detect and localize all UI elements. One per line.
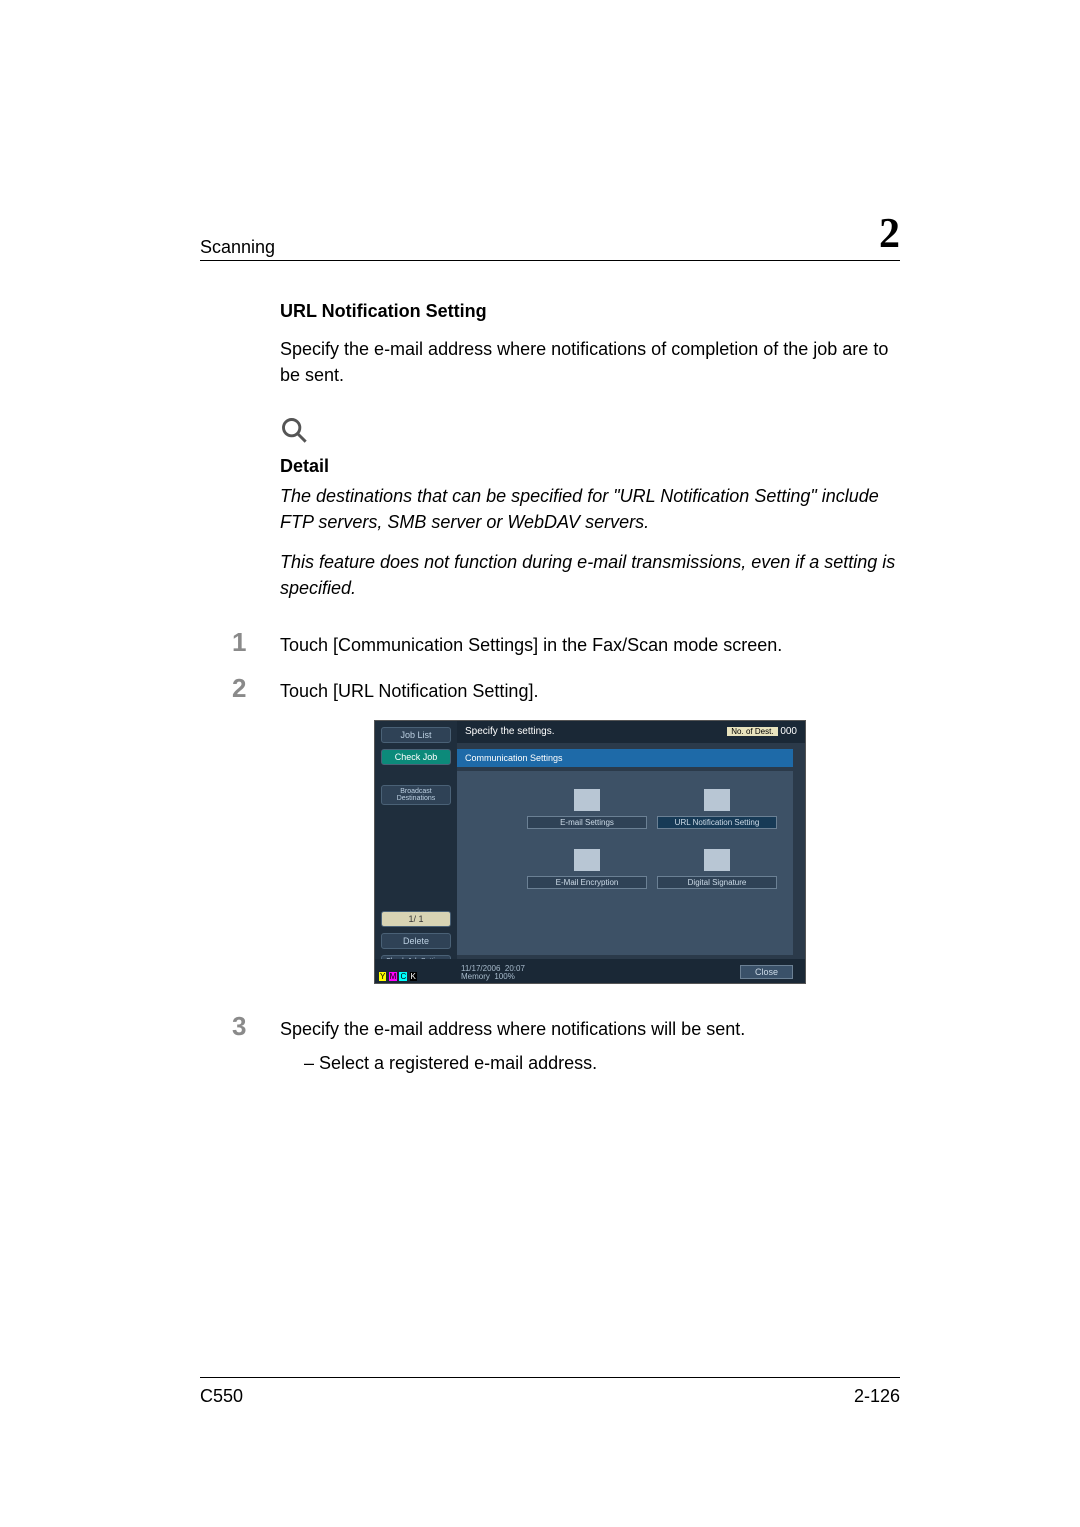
intro-paragraph: Specify the e-mail address where notific… xyxy=(280,336,900,388)
document-page: Scanning 2 URL Notification Setting Spec… xyxy=(0,0,1080,1527)
device-screenshot: Specify the settings. No. of Dest. 000 J… xyxy=(374,720,806,984)
content-area: URL Notification Setting Specify the e-m… xyxy=(200,301,900,1076)
tile-label: URL Notification Setting xyxy=(657,816,777,829)
step-3-main: Specify the e-mail address where notific… xyxy=(280,1019,745,1039)
step-2: 2 Touch [URL Notification Setting]. xyxy=(232,674,900,704)
chapter-number: 2 xyxy=(879,210,900,258)
tile-label: E-mail Settings xyxy=(527,816,647,829)
section-name: Scanning xyxy=(200,237,275,258)
page-number: 2-126 xyxy=(854,1386,900,1407)
detail-block: Detail The destinations that can be spec… xyxy=(280,416,900,601)
step-number: 3 xyxy=(232,1012,280,1041)
tile-label: E-Mail Encryption xyxy=(527,876,647,889)
encryption-icon xyxy=(574,849,600,871)
num-dest-label: No. of Dest. xyxy=(727,727,777,736)
tile-digital-signature[interactable]: Digital Signature xyxy=(657,849,777,889)
magnifier-icon xyxy=(280,416,900,450)
signature-icon xyxy=(704,849,730,871)
delete-button[interactable]: Delete xyxy=(381,933,451,949)
heading-url-notification: URL Notification Setting xyxy=(280,301,900,322)
detail-title: Detail xyxy=(280,456,900,477)
email-settings-icon xyxy=(574,789,600,811)
step-text: Touch [Communication Settings] in the Fa… xyxy=(280,628,900,658)
model-number: C550 xyxy=(200,1386,243,1407)
panel-title: Communication Settings xyxy=(457,749,793,767)
datetime-memory: 11/17/2006 20:07 Memory 100% xyxy=(461,965,525,981)
step-number: 1 xyxy=(232,628,280,657)
job-list-button[interactable]: Job List xyxy=(381,727,451,743)
step-text: Touch [URL Notification Setting]. xyxy=(280,674,900,704)
tile-email-settings[interactable]: E-mail Settings xyxy=(527,789,647,829)
detail-paragraph-1: The destinations that can be specified f… xyxy=(280,483,900,535)
toner-indicator: Y M C K xyxy=(379,972,417,981)
step-number: 2 xyxy=(232,674,280,703)
steps-list-continued: 3 Specify the e-mail address where notif… xyxy=(232,1012,900,1076)
page-footer: C550 2-126 xyxy=(200,1377,900,1407)
broadcast-button[interactable]: Broadcast Destinations xyxy=(381,785,451,805)
num-dest-value: 000 xyxy=(780,726,797,737)
step-1: 1 Touch [Communication Settings] in the … xyxy=(232,628,900,658)
url-notification-icon xyxy=(704,789,730,811)
screenshot-sidebar: Job List Check Job Broadcast Destination… xyxy=(375,721,457,983)
detail-paragraph-2: This feature does not function during e-… xyxy=(280,549,900,601)
tile-email-encryption[interactable]: E-Mail Encryption xyxy=(527,849,647,889)
screenshot-body: E-mail Settings URL Notification Setting… xyxy=(457,771,793,955)
prompt-text: Specify the settings. xyxy=(465,726,555,737)
step-text: Specify the e-mail address where notific… xyxy=(280,1012,900,1076)
close-button[interactable]: Close xyxy=(740,965,793,979)
running-head: Scanning 2 xyxy=(200,210,900,261)
screenshot-bottombar: Y M C K 11/17/2006 20:07 Memory 100% Clo… xyxy=(375,959,805,983)
step-3-sub: – Select a registered e-mail address. xyxy=(304,1050,900,1076)
step-3: 3 Specify the e-mail address where notif… xyxy=(232,1012,900,1076)
page-indicator: 1/ 1 xyxy=(381,911,451,927)
screenshot-topbar: Specify the settings. No. of Dest. 000 xyxy=(457,721,805,743)
steps-list: 1 Touch [Communication Settings] in the … xyxy=(232,628,900,704)
tile-url-notification[interactable]: URL Notification Setting xyxy=(657,789,777,829)
check-job-button[interactable]: Check Job xyxy=(381,749,451,765)
tile-label: Digital Signature xyxy=(657,876,777,889)
